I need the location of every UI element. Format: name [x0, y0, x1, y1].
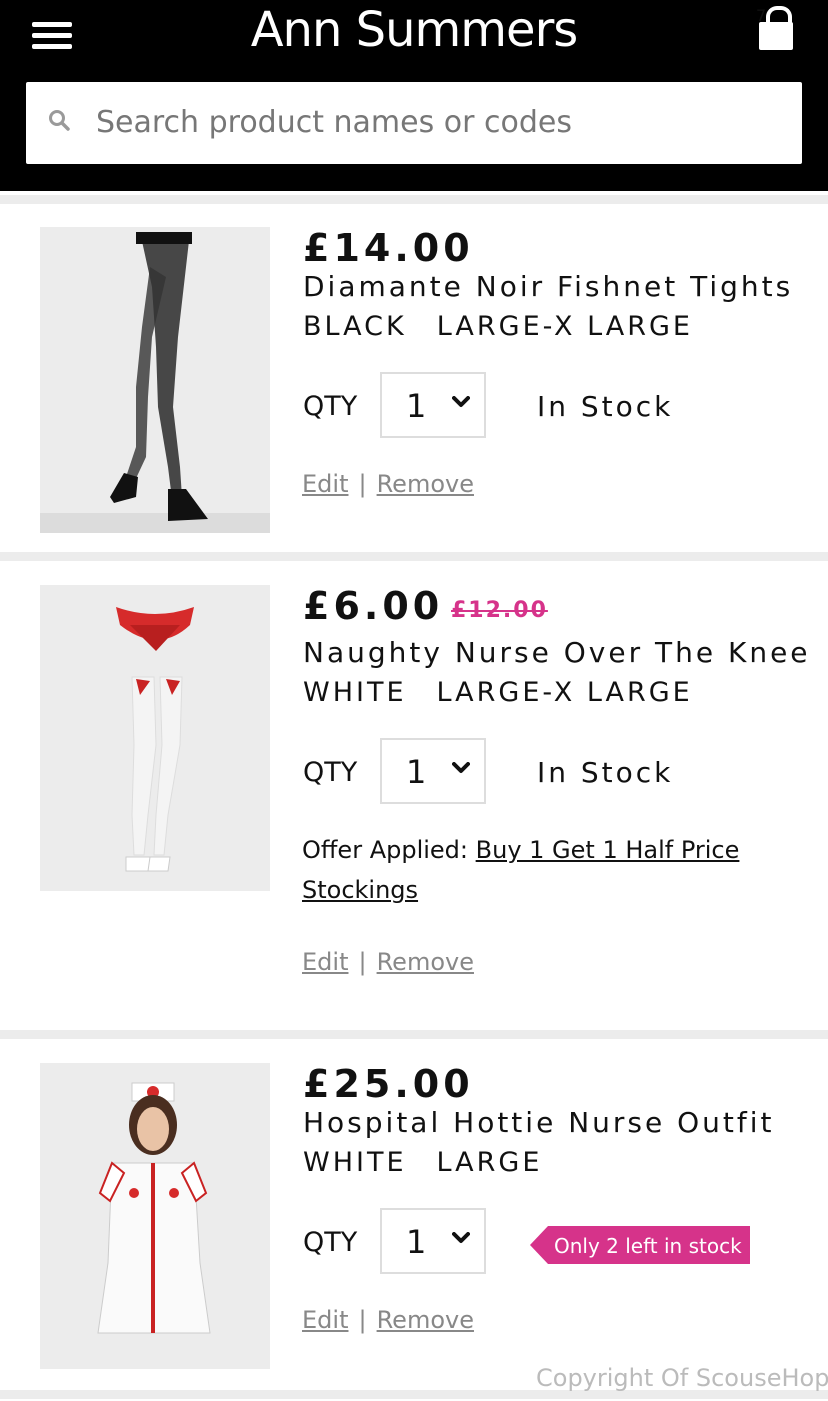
quantity-value: 1 [406, 1223, 427, 1261]
low-stock-badge: Only 2 left in stock [530, 1226, 750, 1264]
product-image[interactable] [40, 227, 270, 533]
search-input[interactable] [96, 92, 786, 152]
product-attributes: WHITE LARGE-X LARGE [303, 676, 693, 710]
item-price: £25.00 [303, 1062, 474, 1106]
product-attributes: WHITE LARGE [303, 1146, 542, 1180]
separator: | [358, 1306, 367, 1334]
product-colour: WHITE [303, 677, 407, 708]
remove-link[interactable]: Remove [377, 1306, 474, 1334]
product-name[interactable]: Hospital Hottie Nurse Outfit [303, 1105, 775, 1141]
divider [0, 1030, 828, 1039]
edit-link[interactable]: Edit [302, 948, 348, 976]
chevron-down-icon [452, 1232, 470, 1243]
watermark: Copyright Of ScouseHope [536, 1364, 828, 1392]
item-price: £14.00 [303, 226, 474, 270]
quantity-select[interactable]: 1 [380, 372, 486, 438]
chevron-down-icon [452, 396, 470, 407]
offer-label: Offer Applied: [302, 836, 468, 864]
product-colour: BLACK [303, 311, 407, 342]
separator: | [358, 470, 367, 498]
product-size: LARGE-X LARGE [436, 677, 693, 708]
item-actions: Edit | Remove [302, 1305, 474, 1335]
chevron-down-icon [452, 762, 470, 773]
search-icon [49, 110, 70, 131]
edit-link[interactable]: Edit [302, 1306, 348, 1334]
qty-label: QTY [303, 391, 358, 422]
brand-logo[interactable]: Ann Summers [0, 0, 828, 60]
product-size: LARGE-X LARGE [436, 311, 693, 342]
product-colour: WHITE [303, 1147, 407, 1178]
divider [0, 552, 828, 561]
product-name[interactable]: Diamante Noir Fishnet Tights [303, 269, 793, 305]
bag-count-badge: 7 [756, 6, 767, 25]
product-attributes: BLACK LARGE-X LARGE [303, 310, 693, 344]
divider [0, 195, 828, 204]
offer-applied: Offer Applied: Buy 1 Get 1 Half Price St… [302, 830, 782, 910]
remove-link[interactable]: Remove [377, 948, 474, 976]
separator: | [358, 948, 367, 976]
product-image[interactable] [40, 585, 270, 891]
site-header: Ann Summers 7 [0, 0, 828, 191]
stock-status: In Stock [537, 756, 674, 789]
quantity-value: 1 [406, 753, 427, 791]
item-actions: Edit | Remove [302, 469, 474, 499]
product-size: LARGE [436, 1147, 543, 1178]
product-name[interactable]: Naughty Nurse Over The Knee [303, 635, 811, 671]
quantity-select[interactable]: 1 [380, 738, 486, 804]
item-price: £6.00 [303, 584, 444, 628]
stock-status: In Stock [537, 390, 674, 423]
qty-label: QTY [303, 1227, 358, 1258]
remove-link[interactable]: Remove [377, 470, 474, 498]
product-image[interactable] [40, 1063, 270, 1369]
edit-link[interactable]: Edit [302, 470, 348, 498]
quantity-select[interactable]: 1 [380, 1208, 486, 1274]
quantity-value: 1 [406, 387, 427, 425]
item-actions: Edit | Remove [302, 947, 474, 977]
was-price: £12.00 [451, 598, 548, 623]
qty-label: QTY [303, 757, 358, 788]
